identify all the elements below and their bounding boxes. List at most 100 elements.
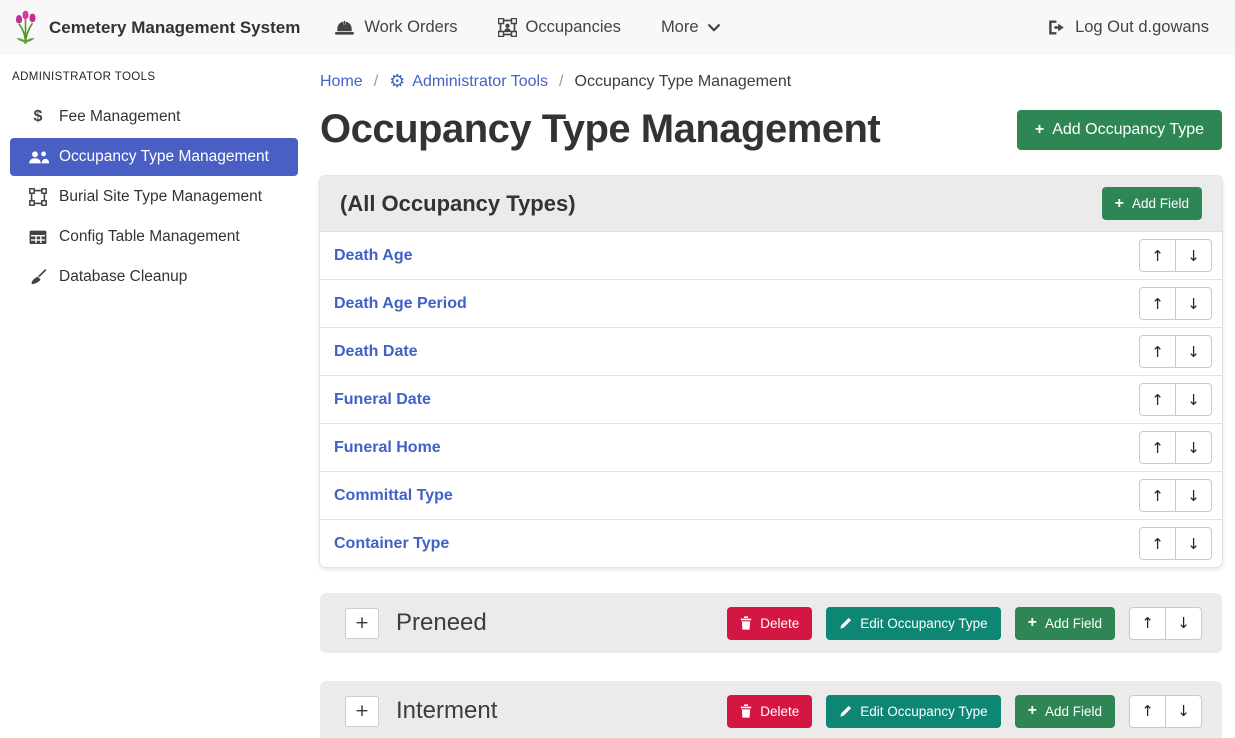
- chevron-down-icon: [708, 24, 720, 32]
- expand-button[interactable]: +: [345, 608, 379, 639]
- app-title: Cemetery Management System: [49, 18, 300, 38]
- nav-more[interactable]: More: [641, 0, 740, 55]
- move-down-button[interactable]: ↓: [1175, 239, 1212, 272]
- nav-item-label: Work Orders: [364, 18, 457, 37]
- button-label: Add Field: [1045, 616, 1102, 631]
- app-brand[interactable]: Cemetery Management System: [12, 10, 300, 45]
- field-link-container-type[interactable]: Container Type: [334, 535, 449, 553]
- bar-actions: Delete Edit Occupancy Type + Add Field ↑: [727, 607, 1202, 640]
- move-up-button[interactable]: ↑: [1139, 335, 1176, 368]
- occupancy-type-title: Preneed: [396, 609, 727, 637]
- breadcrumb-current: Occupancy Type Management: [575, 73, 792, 91]
- delete-button[interactable]: Delete: [727, 695, 812, 728]
- field-link-death-age-period[interactable]: Death Age Period: [334, 295, 467, 313]
- field-link-funeral-date[interactable]: Funeral Date: [334, 391, 431, 409]
- nav-item-label: More: [661, 18, 699, 37]
- reorder-arrow-group: ↑ ↓: [1139, 383, 1212, 416]
- page-title: Occupancy Type Management: [320, 107, 880, 152]
- sidebar: ADMINISTRATOR TOOLS $ Fee Management Occ…: [0, 55, 310, 738]
- pencil-icon: [839, 617, 852, 630]
- occupancy-type-bar-interment: + Interment Delete: [320, 681, 1222, 738]
- top-navbar: Cemetery Management System Work Orders: [0, 0, 1235, 55]
- edit-occupancy-type-button[interactable]: Edit Occupancy Type: [826, 607, 1000, 640]
- field-link-death-age[interactable]: Death Age: [334, 247, 413, 265]
- nav-item-label: Occupancies: [526, 18, 621, 37]
- move-up-button[interactable]: ↑: [1139, 287, 1176, 320]
- move-up-button[interactable]: ↑: [1139, 527, 1176, 560]
- vector-square-icon: [26, 188, 50, 206]
- move-up-button[interactable]: ↑: [1139, 239, 1176, 272]
- sidebar-item-database-cleanup[interactable]: Database Cleanup: [0, 257, 310, 297]
- gear-icon: ⚙: [389, 73, 405, 91]
- move-down-button[interactable]: ↓: [1175, 287, 1212, 320]
- sidebar-item-config-table-management[interactable]: Config Table Management: [0, 217, 310, 257]
- delete-button[interactable]: Delete: [727, 607, 812, 640]
- reorder-arrow-group: ↑ ↓: [1129, 607, 1202, 640]
- table-icon: [26, 230, 50, 245]
- add-field-button[interactable]: + Add Field: [1015, 695, 1115, 728]
- field-row: Death Age Period ↑ ↓: [320, 279, 1222, 327]
- move-down-button[interactable]: ↓: [1175, 335, 1212, 368]
- main-nav: Work Orders Occupancies More: [314, 0, 739, 55]
- logout-button[interactable]: Log Out d.gowans: [1047, 18, 1209, 37]
- move-down-button[interactable]: ↓: [1175, 527, 1212, 560]
- field-row: Committal Type ↑ ↓: [320, 471, 1222, 519]
- sidebar-heading: ADMINISTRATOR TOOLS: [12, 71, 310, 83]
- button-label: Add Occupancy Type: [1052, 121, 1204, 139]
- tulip-logo-icon: [12, 10, 39, 45]
- field-link-death-date[interactable]: Death Date: [334, 343, 418, 361]
- dollar-icon: $: [26, 108, 50, 126]
- field-link-funeral-home[interactable]: Funeral Home: [334, 439, 441, 457]
- sign-out-icon: [1047, 19, 1066, 36]
- pencil-icon: [839, 705, 852, 718]
- sidebar-item-label: Fee Management: [59, 108, 181, 126]
- move-up-button[interactable]: ↑: [1139, 431, 1176, 464]
- occupancy-type-bar-preneed: + Preneed Delete: [320, 593, 1222, 653]
- field-row: Death Age ↑ ↓: [320, 231, 1222, 279]
- trash-icon: [740, 616, 752, 630]
- sidebar-item-label: Burial Site Type Management: [59, 188, 262, 206]
- button-label: Edit Occupancy Type: [860, 616, 987, 631]
- add-occupancy-type-button[interactable]: + Add Occupancy Type: [1017, 110, 1222, 150]
- move-up-button[interactable]: ↑: [1129, 695, 1166, 728]
- breadcrumb-separator: /: [559, 73, 563, 91]
- move-down-button[interactable]: ↓: [1175, 383, 1212, 416]
- nav-occupancies[interactable]: Occupancies: [478, 0, 641, 55]
- plus-icon: +: [1115, 196, 1124, 212]
- expand-button[interactable]: +: [345, 696, 379, 727]
- move-down-button[interactable]: ↓: [1175, 479, 1212, 512]
- sidebar-item-label: Occupancy Type Management: [59, 148, 269, 166]
- sidebar-item-occupancy-type-management[interactable]: Occupancy Type Management: [10, 138, 298, 176]
- occupancy-type-title: Interment: [396, 697, 727, 725]
- breadcrumb-home-link[interactable]: Home: [320, 73, 363, 91]
- move-up-button[interactable]: ↑: [1139, 383, 1176, 416]
- trash-icon: [740, 704, 752, 718]
- main-content: Home / ⚙ Administrator Tools / Occupancy…: [310, 55, 1235, 738]
- logout-label: Log Out d.gowans: [1075, 18, 1209, 37]
- plus-icon: +: [1028, 615, 1037, 631]
- sidebar-item-label: Config Table Management: [59, 228, 240, 246]
- sidebar-item-fee-management[interactable]: $ Fee Management: [0, 97, 310, 137]
- all-occupancy-types-panel: (All Occupancy Types) + Add Field Death …: [320, 176, 1222, 567]
- plus-icon: +: [1035, 122, 1044, 138]
- broom-icon: [26, 268, 50, 286]
- move-down-button[interactable]: ↓: [1165, 695, 1202, 728]
- panel-add-field-button[interactable]: + Add Field: [1102, 187, 1202, 220]
- breadcrumb-admin-tools-link[interactable]: ⚙ Administrator Tools: [389, 73, 548, 91]
- breadcrumb-label: Administrator Tools: [412, 73, 548, 91]
- button-label: Delete: [760, 704, 799, 719]
- button-label: Add Field: [1045, 704, 1102, 719]
- hard-hat-icon: [334, 20, 355, 36]
- edit-occupancy-type-button[interactable]: Edit Occupancy Type: [826, 695, 1000, 728]
- reorder-arrow-group: ↑ ↓: [1129, 695, 1202, 728]
- move-up-button[interactable]: ↑: [1129, 607, 1166, 640]
- add-field-button[interactable]: + Add Field: [1015, 607, 1115, 640]
- move-up-button[interactable]: ↑: [1139, 479, 1176, 512]
- move-down-button[interactable]: ↓: [1165, 607, 1202, 640]
- move-down-button[interactable]: ↓: [1175, 431, 1212, 464]
- reorder-arrow-group: ↑ ↓: [1139, 479, 1212, 512]
- nav-work-orders[interactable]: Work Orders: [314, 0, 477, 55]
- sidebar-item-burial-site-type-management[interactable]: Burial Site Type Management: [0, 177, 310, 217]
- field-link-committal-type[interactable]: Committal Type: [334, 487, 453, 505]
- bar-actions: Delete Edit Occupancy Type + Add Field ↑: [727, 695, 1202, 728]
